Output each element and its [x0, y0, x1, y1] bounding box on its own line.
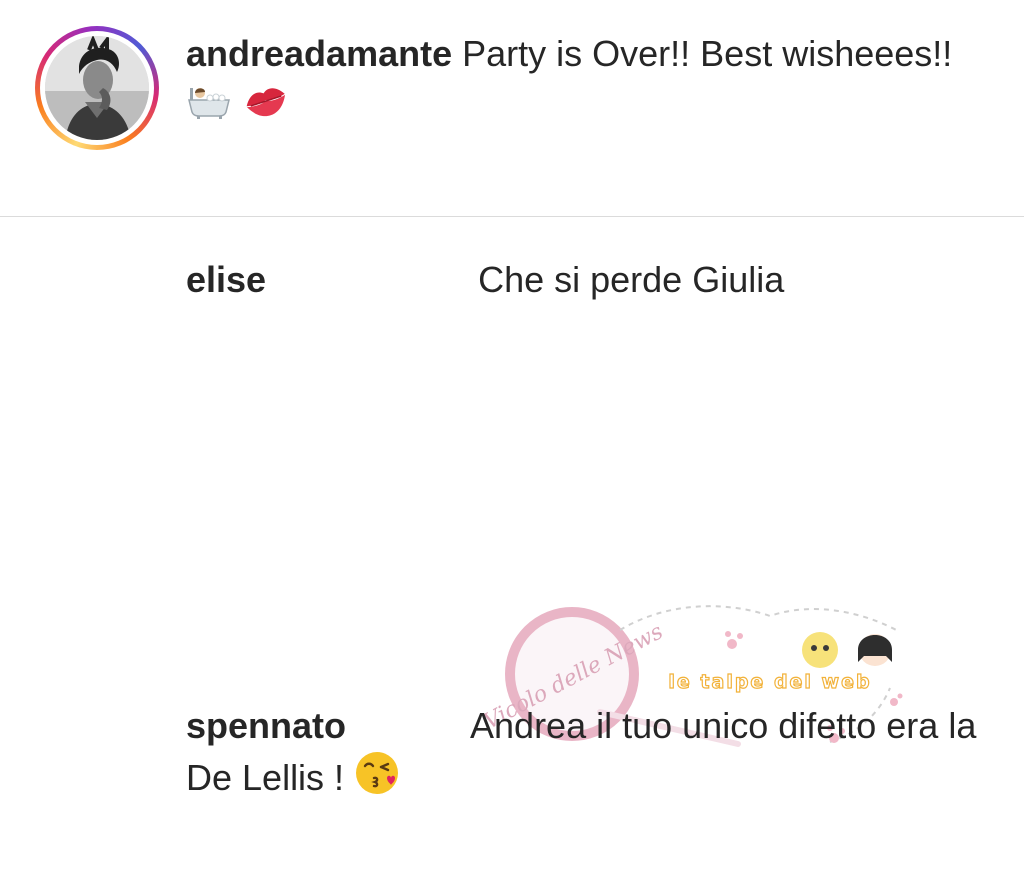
comment-text: Che si perde Giulia	[478, 259, 785, 300]
post-caption-section: andreadamante Party is Over!! Best wishe…	[0, 0, 1024, 216]
avatar-story-ring[interactable]	[35, 26, 159, 150]
post-caption: andreadamante Party is Over!! Best wishe…	[186, 30, 986, 132]
comment: elise Che si perde Giulia	[186, 256, 986, 304]
bathtub-icon	[186, 84, 232, 132]
caption-text: Party is Over!! Best wisheees!!	[462, 33, 953, 74]
comment-username[interactable]: spennato	[186, 705, 346, 746]
profile-photo	[45, 36, 149, 140]
avatar[interactable]	[45, 36, 149, 140]
watermark-banner-text: le talpe del web	[668, 671, 871, 693]
kissing-face-icon	[354, 750, 400, 808]
kiss-mark-icon	[242, 82, 290, 132]
post-author-username[interactable]: andreadamante	[186, 33, 452, 74]
caption-divider	[0, 216, 1024, 217]
comment: spennato Andrea il tuo unico difetto era …	[186, 702, 986, 808]
comment-username[interactable]: elise	[186, 259, 266, 300]
